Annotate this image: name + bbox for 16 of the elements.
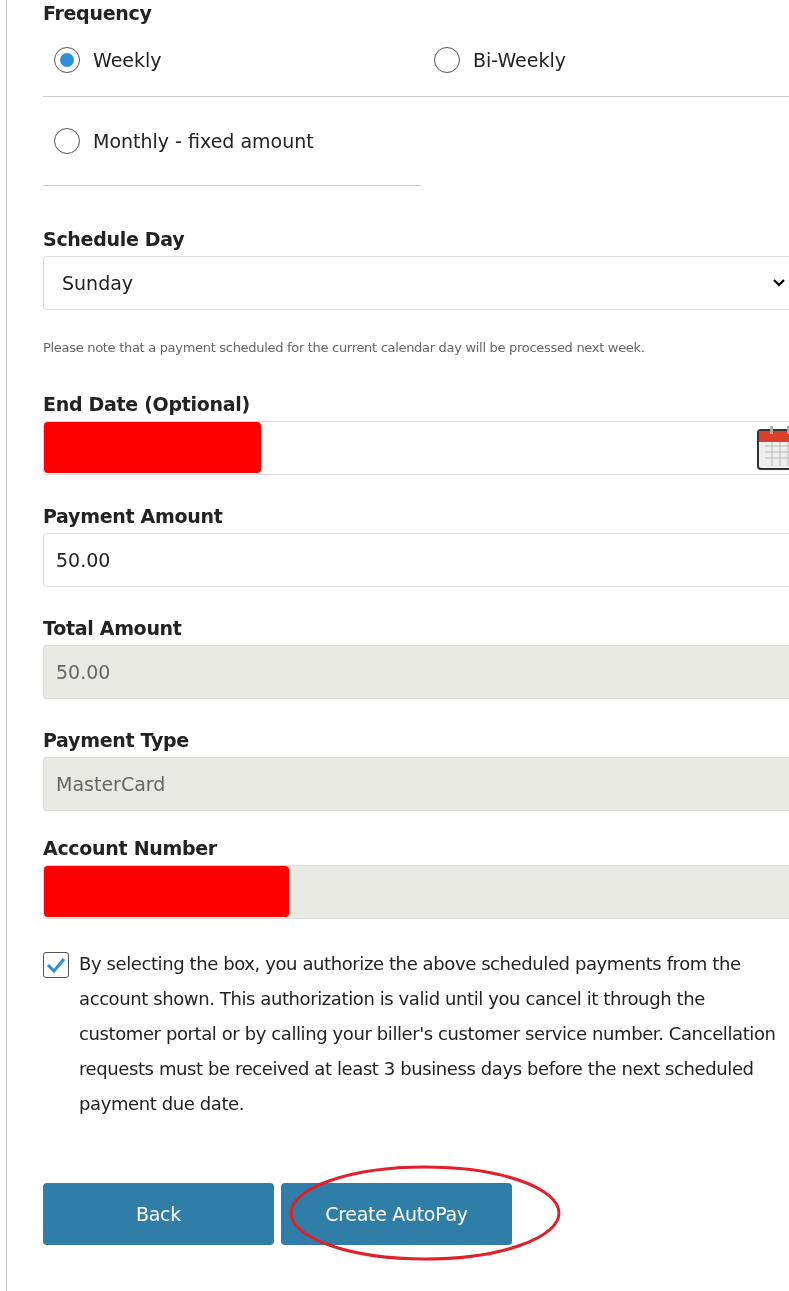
field-label: Payment Amount bbox=[43, 505, 224, 527]
field-label: Account Number bbox=[43, 837, 218, 859]
field-label: Frequency bbox=[43, 2, 153, 24]
radio-option[interactable]: Monthly - fixed amount bbox=[43, 128, 421, 154]
authorization-text: By selecting the box, you authorize the above scheduled payments from the account shown. This authorization is valid until you cancel it through the customer portal or by calling your biller's customer service number. Cancellation requests must be received at least 3 business days before the next scheduled payment due date. bbox=[79, 952, 777, 1116]
field-label: End Date (Optional) bbox=[43, 393, 251, 415]
field-label: Total Amount bbox=[43, 617, 183, 639]
back-button[interactable]: Back bbox=[43, 1183, 274, 1245]
radio-option[interactable]: Weekly bbox=[43, 47, 423, 73]
input-field[interactable]: 50.00 bbox=[43, 533, 789, 587]
radio-option[interactable]: Bi-Weekly bbox=[423, 47, 789, 73]
select-field[interactable]: Sunday bbox=[43, 256, 789, 310]
field-label: Schedule Day bbox=[43, 228, 186, 250]
note-text: Please note that a payment scheduled for the current calendar day will be processed next week. bbox=[43, 340, 646, 355]
create-button[interactable]: Create AutoPay bbox=[281, 1183, 512, 1245]
field-label: Payment Type bbox=[43, 729, 190, 751]
